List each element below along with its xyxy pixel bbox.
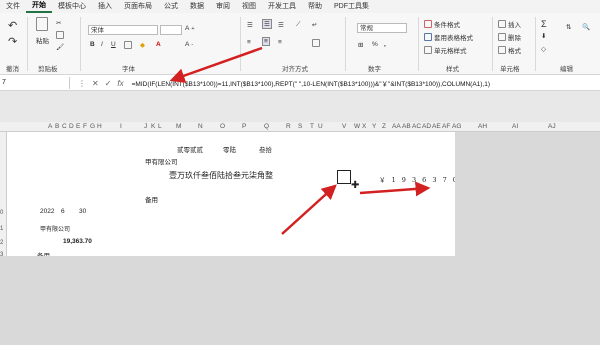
arrow-to-result — [359, 181, 431, 197]
annotation-arrows — [169, 46, 431, 235]
arrow-to-formula — [169, 46, 263, 83]
arrow-to-fill-handle — [281, 184, 337, 235]
